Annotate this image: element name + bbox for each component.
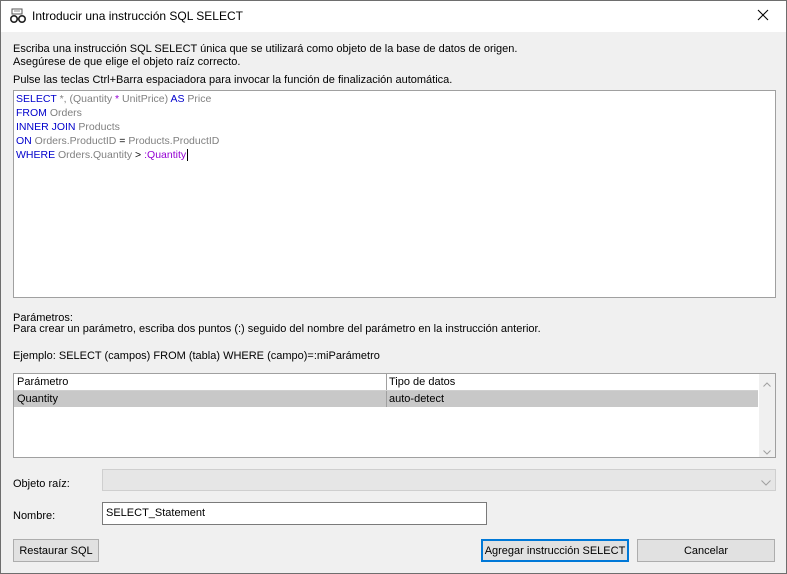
root-object-dropdown[interactable]	[102, 469, 776, 491]
table-row[interactable]: Quantity auto-detect	[14, 391, 758, 407]
column-divider[interactable]	[386, 374, 387, 390]
name-input[interactable]: SELECT_Statement	[102, 502, 487, 525]
chevron-up-icon[interactable]	[763, 378, 771, 390]
text-caret	[187, 149, 189, 162]
params-description: Para crear un parámetro, escriba dos pun…	[13, 323, 541, 335]
sql-text: *, (Quantity	[56, 93, 116, 105]
sql-line-2: FROM Orders	[16, 107, 82, 119]
grid-scrollbar[interactable]	[759, 374, 775, 457]
column-header-data-type[interactable]: Tipo de datos	[389, 376, 455, 388]
title-bar: Introducir una instrucción SQL SELECT	[1, 1, 786, 32]
param-type-cell[interactable]: auto-detect	[389, 393, 444, 405]
intro-line-1: Escriba una instrucción SQL SELECT única…	[13, 43, 518, 55]
cancel-button[interactable]: Cancelar	[637, 539, 775, 562]
close-button[interactable]	[740, 1, 786, 32]
sql-keyword: AS	[170, 93, 185, 105]
sql-keyword: WHERE	[16, 149, 56, 161]
sql-text: Price	[184, 93, 212, 105]
sql-line-1: SELECT *, (Quantity * UnitPrice) AS Pric…	[16, 93, 211, 105]
name-label: Nombre:	[13, 510, 56, 522]
sql-line-3: INNER JOIN Products	[16, 121, 120, 133]
intro-line-2: Asegúrese de que elige el objeto raíz co…	[13, 56, 241, 68]
chevron-down-icon	[761, 477, 771, 489]
sql-line-4: ON Orders.ProductID = Products.ProductID	[16, 135, 219, 147]
sql-parameter: :Quantity	[141, 149, 187, 161]
restore-sql-button[interactable]: Restaurar SQL	[13, 539, 99, 562]
close-icon	[757, 9, 769, 24]
grid-header: Parámetro Tipo de datos	[14, 374, 758, 391]
param-name-cell[interactable]: Quantity	[17, 393, 58, 405]
sql-text: UnitPrice)	[119, 93, 171, 105]
sql-keyword: SELECT	[16, 93, 57, 105]
parameters-grid[interactable]: Parámetro Tipo de datos Quantity auto-de…	[13, 373, 776, 458]
window-title: Introducir una instrucción SQL SELECT	[32, 9, 243, 23]
sql-keyword: ON	[16, 135, 32, 147]
add-select-label: Agregar instrucción SELECT	[484, 544, 626, 557]
sql-text: Products.ProductID	[125, 135, 220, 147]
column-header-parameter[interactable]: Parámetro	[17, 376, 68, 388]
dialog-window: Introducir una instrucción SQL SELECT Es…	[0, 0, 787, 574]
sql-glasses-icon	[9, 8, 27, 24]
chevron-down-icon[interactable]	[763, 446, 771, 458]
sql-text: Products	[75, 121, 120, 133]
column-divider	[386, 391, 387, 407]
restore-sql-label: Restaurar SQL	[19, 544, 93, 557]
sql-text: Orders.Quantity	[55, 149, 136, 161]
sql-line-5: WHERE Orders.Quantity > :Quantity	[16, 149, 189, 162]
params-example: Ejemplo: SELECT (campos) FROM (tabla) WH…	[13, 350, 380, 362]
sql-editor[interactable]: SELECT *, (Quantity * UnitPrice) AS Pric…	[13, 90, 776, 298]
sql-keyword: INNER JOIN	[16, 121, 76, 133]
sql-text: Orders.ProductID	[31, 135, 120, 147]
add-select-button[interactable]: Agregar instrucción SELECT	[481, 539, 629, 562]
cancel-label: Cancelar	[683, 544, 729, 557]
root-object-label: Objeto raíz:	[13, 478, 70, 490]
name-input-value: SELECT_Statement	[106, 507, 206, 519]
autocomplete-hint: Pulse las teclas Ctrl+Barra espaciadora …	[13, 74, 453, 86]
sql-keyword: FROM	[16, 107, 47, 119]
sql-text: Orders	[46, 107, 82, 119]
